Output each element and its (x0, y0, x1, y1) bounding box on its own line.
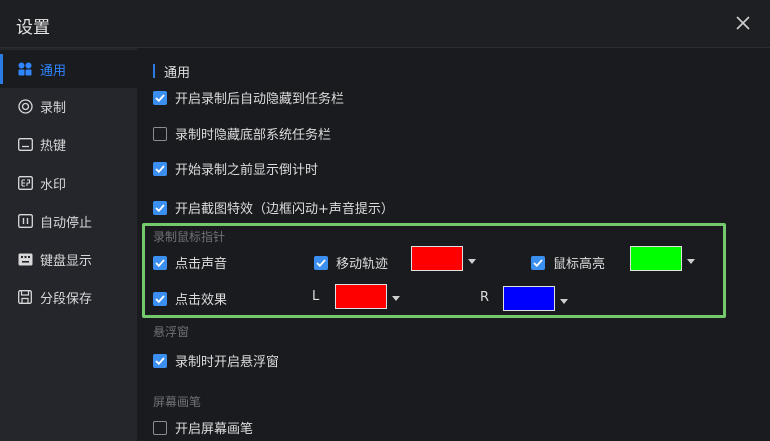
save-icon (17, 289, 33, 305)
option-screen-pen[interactable]: 开启屏幕画笔 (153, 418, 253, 437)
option-label: 开启屏幕画笔 (175, 422, 254, 437)
option-floating-window[interactable]: 录制时开启悬浮窗 (153, 351, 279, 370)
chevron-down-icon[interactable] (392, 296, 400, 301)
sidebar-item-segment-save[interactable]: 分段保存 (0, 278, 137, 316)
option-hide-system-taskbar[interactable]: 录制时隐藏底部系统任务栏 (153, 124, 331, 143)
grid-icon (17, 61, 33, 77)
option-click-effect[interactable]: 点击效果 (153, 289, 227, 308)
option-label: 开启录制后自动隐藏到任务栏 (175, 92, 345, 107)
sidebar-item-label: 自动停止 (40, 215, 93, 231)
color-swatch-mouse-highlight[interactable] (630, 246, 682, 271)
keyboard-icon (17, 136, 33, 152)
right-click-label: R (480, 290, 490, 305)
settings-content: 通用 开启录制后自动隐藏到任务栏 录制时隐藏底部系统任务栏 开始录制之前显示倒计… (137, 48, 770, 441)
window-title: 设置 (16, 18, 50, 38)
checkbox-checked[interactable] (314, 255, 328, 270)
option-label: 录制时隐藏底部系统任务栏 (175, 128, 332, 143)
sidebar-item-label: 分段保存 (40, 291, 93, 307)
sidebar-item-label: 水印 (40, 177, 67, 193)
left-click-label: L (312, 289, 320, 304)
sidebar-item-auto-stop[interactable]: 自动停止 (0, 202, 137, 240)
section-title-text: 通用 (164, 65, 191, 81)
option-label: 点击效果 (175, 293, 228, 308)
sidebar-item-general[interactable]: 通用 (0, 50, 137, 88)
option-label: 移动轨迹 (336, 257, 389, 272)
chevron-down-icon[interactable] (560, 299, 568, 304)
checkbox-checked[interactable] (153, 161, 167, 176)
section-accent-bar (153, 64, 155, 78)
group-title-screen-pen: 屏幕画笔 (153, 395, 202, 409)
sidebar-item-label: 热键 (40, 138, 67, 154)
record-icon (17, 98, 33, 114)
option-label: 开启截图特效（边框闪动+声音提示） (175, 202, 394, 217)
group-title-mouse-pointer: 录制鼠标指针 (153, 230, 226, 244)
option-move-track[interactable]: 移动轨迹 (314, 253, 388, 272)
sidebar-item-label: 通用 (40, 63, 67, 79)
sidebar: 通用 录制 热键 水印 自动停止 键盘显示 分段保存 (0, 48, 137, 441)
watermark-icon (17, 175, 33, 191)
group-title-floating-window: 悬浮窗 (153, 325, 190, 339)
sidebar-item-label: 录制 (40, 100, 67, 116)
color-swatch-left-click[interactable] (335, 284, 387, 309)
checkbox-checked[interactable] (153, 353, 167, 368)
option-countdown[interactable]: 开始录制之前显示倒计时 (153, 159, 318, 178)
checkbox-checked[interactable] (153, 291, 167, 306)
checkbox-unchecked[interactable] (153, 420, 167, 435)
option-auto-hide-taskbar[interactable]: 开启录制后自动隐藏到任务栏 (153, 88, 344, 107)
sidebar-item-record[interactable]: 录制 (0, 87, 137, 125)
checkbox-unchecked[interactable] (153, 126, 167, 141)
checkbox-checked[interactable] (531, 255, 545, 270)
checkbox-checked[interactable] (153, 255, 167, 270)
option-label: 开始录制之前显示倒计时 (175, 163, 319, 178)
section-title-general: 通用 (153, 63, 191, 81)
close-icon[interactable] (734, 14, 752, 32)
stop-timer-icon (17, 213, 33, 229)
chevron-down-icon[interactable] (468, 259, 476, 264)
sidebar-item-label: 键盘显示 (40, 253, 93, 269)
option-label: 鼠标高亮 (553, 257, 606, 272)
option-label: 点击声音 (175, 257, 228, 272)
sidebar-item-watermark[interactable]: 水印 (0, 164, 137, 202)
option-mouse-highlight[interactable]: 鼠标高亮 (531, 253, 605, 272)
sidebar-item-hotkey[interactable]: 热键 (0, 125, 137, 163)
checkbox-checked[interactable] (153, 200, 167, 215)
title-bar: 设置 (0, 0, 770, 48)
checkbox-checked[interactable] (153, 90, 167, 105)
color-swatch-move-track[interactable] (411, 246, 463, 271)
chevron-down-icon[interactable] (687, 259, 695, 264)
color-swatch-right-click[interactable] (503, 286, 555, 311)
option-click-sound[interactable]: 点击声音 (153, 253, 227, 272)
option-label: 录制时开启悬浮窗 (175, 355, 280, 370)
sidebar-item-keyboard-display[interactable]: 键盘显示 (0, 240, 137, 278)
keyboard-display-icon (17, 251, 33, 267)
option-screenshot-effect[interactable]: 开启截图特效（边框闪动+声音提示） (153, 198, 394, 217)
